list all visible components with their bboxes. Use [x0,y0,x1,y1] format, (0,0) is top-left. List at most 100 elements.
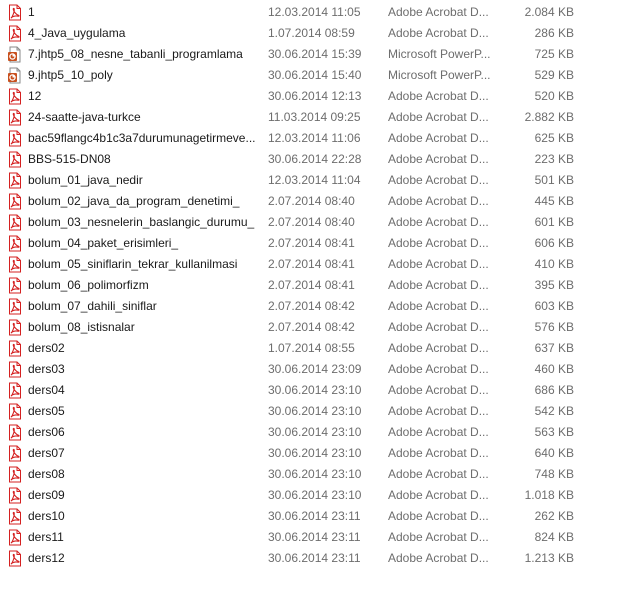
file-row[interactable]: ders08 30.06.2014 23:10 Adobe Acrobat D.… [0,464,635,485]
pdf-file-icon [7,382,23,399]
file-modified-date: 30.06.2014 23:11 [268,530,361,544]
file-type: Microsoft PowerP... [388,68,491,82]
pdf-file-icon [7,550,23,567]
file-row[interactable]: 1 12.03.2014 11:05 Adobe Acrobat D... 2.… [0,2,635,23]
file-size: 460 KB [534,362,574,376]
file-row[interactable]: BBS-515-DN08 30.06.2014 22:28 Adobe Acro… [0,149,635,170]
file-size: 1.213 KB [524,551,574,565]
file-name: bolum_01_java_nedir [28,173,143,187]
file-row[interactable]: ders09 30.06.2014 23:10 Adobe Acrobat D.… [0,485,635,506]
file-type: Adobe Acrobat D... [388,152,489,166]
file-name: 1 [28,5,35,19]
file-size: 748 KB [534,467,574,481]
file-row[interactable]: 12 30.06.2014 12:13 Adobe Acrobat D... 5… [0,86,635,107]
file-modified-date: 30.06.2014 23:10 [268,467,362,481]
file-modified-date: 1.07.2014 08:55 [268,341,355,355]
file-modified-date: 1.07.2014 08:59 [268,26,355,40]
file-modified-date: 30.06.2014 23:11 [268,509,361,523]
file-type: Adobe Acrobat D... [388,383,489,397]
file-name: bolum_03_nesnelerin_baslangic_durumu_ [28,215,255,229]
file-type: Adobe Acrobat D... [388,194,489,208]
powerpoint-file-icon [7,46,23,63]
file-row[interactable]: ders06 30.06.2014 23:10 Adobe Acrobat D.… [0,422,635,443]
file-name: ders04 [28,383,65,397]
file-name: 7.jhtp5_08_nesne_tabanli_programlama [28,47,243,61]
powerpoint-file-icon [7,67,23,84]
pdf-file-icon [7,319,23,336]
file-name: 24-saatte-java-turkce [28,110,141,124]
file-size: 529 KB [534,68,574,82]
pdf-file-icon [7,193,23,210]
pdf-file-icon [7,361,23,378]
pdf-file-icon [7,130,23,147]
file-row[interactable]: ders04 30.06.2014 23:10 Adobe Acrobat D.… [0,380,635,401]
pdf-file-icon [7,151,23,168]
file-type: Adobe Acrobat D... [388,89,489,103]
file-row[interactable]: ders12 30.06.2014 23:11 Adobe Acrobat D.… [0,548,635,569]
file-type: Adobe Acrobat D... [388,488,489,502]
file-type: Adobe Acrobat D... [388,110,489,124]
pdf-file-icon [7,466,23,483]
file-row[interactable]: bac59flangc4b1c3a7durumunagetirmeve... 1… [0,128,635,149]
file-name: 12 [28,89,42,103]
file-name: ders11 [28,530,64,544]
file-row[interactable]: ders05 30.06.2014 23:10 Adobe Acrobat D.… [0,401,635,422]
file-size: 501 KB [534,173,574,187]
file-name: bolum_02_java_da_program_denetimi_ [28,194,240,208]
file-modified-date: 2.07.2014 08:42 [268,320,355,334]
file-size: 262 KB [534,509,574,523]
pdf-file-icon [7,340,23,357]
file-type: Adobe Acrobat D... [388,467,489,481]
file-row[interactable]: ders02 1.07.2014 08:55 Adobe Acrobat D..… [0,338,635,359]
file-row[interactable]: bolum_08_istisnalar 2.07.2014 08:42 Adob… [0,317,635,338]
file-name: bolum_08_istisnalar [28,320,135,334]
file-row[interactable]: bolum_04_paket_erisimleri_ 2.07.2014 08:… [0,233,635,254]
file-row[interactable]: 9.jhtp5_10_poly 30.06.2014 15:40 Microso… [0,65,635,86]
file-name: bolum_04_paket_erisimleri_ [28,236,179,250]
file-type: Adobe Acrobat D... [388,131,489,145]
file-name: ders05 [28,404,65,418]
pdf-file-icon [7,88,23,105]
pdf-file-icon [7,508,23,525]
file-row[interactable]: ders03 30.06.2014 23:09 Adobe Acrobat D.… [0,359,635,380]
file-size: 625 KB [534,131,574,145]
file-type: Adobe Acrobat D... [388,341,489,355]
file-name: ders06 [28,425,65,439]
file-row[interactable]: bolum_02_java_da_program_denetimi_ 2.07.… [0,191,635,212]
file-row[interactable]: ders10 30.06.2014 23:11 Adobe Acrobat D.… [0,506,635,527]
file-size: 410 KB [534,257,574,271]
file-size: 606 KB [534,236,574,250]
file-modified-date: 30.06.2014 23:10 [268,425,362,439]
file-size: 286 KB [534,26,574,40]
file-name: ders12 [28,551,65,565]
file-row[interactable]: bolum_07_dahili_siniflar 2.07.2014 08:42… [0,296,635,317]
file-type: Adobe Acrobat D... [388,509,489,523]
file-size: 576 KB [534,320,574,334]
file-row[interactable]: ders07 30.06.2014 23:10 Adobe Acrobat D.… [0,443,635,464]
file-modified-date: 12.03.2014 11:05 [268,5,361,19]
file-name: bolum_05_siniflarin_tekrar_kullanilmasi [28,257,238,271]
pdf-file-icon [7,214,23,231]
file-size: 1.018 KB [524,488,574,502]
file-row[interactable]: 4_Java_uygulama 1.07.2014 08:59 Adobe Ac… [0,23,635,44]
file-size: 445 KB [534,194,574,208]
file-type: Adobe Acrobat D... [388,236,489,250]
pdf-file-icon [7,403,23,420]
file-size: 824 KB [534,530,574,544]
file-row[interactable]: bolum_06_polimorfizm 2.07.2014 08:41 Ado… [0,275,635,296]
file-modified-date: 2.07.2014 08:41 [268,278,355,292]
file-type: Adobe Acrobat D... [388,257,489,271]
file-row[interactable]: bolum_05_siniflarin_tekrar_kullanilmasi … [0,254,635,275]
file-row[interactable]: 24-saatte-java-turkce 11.03.2014 09:25 A… [0,107,635,128]
file-row[interactable]: 7.jhtp5_08_nesne_tabanli_programlama 30.… [0,44,635,65]
file-size: 563 KB [534,425,574,439]
file-size: 223 KB [534,152,574,166]
file-row[interactable]: ders11 30.06.2014 23:11 Adobe Acrobat D.… [0,527,635,548]
file-modified-date: 30.06.2014 22:28 [268,152,362,166]
file-row[interactable]: bolum_01_java_nedir 12.03.2014 11:04 Ado… [0,170,635,191]
file-type: Adobe Acrobat D... [388,215,489,229]
file-row[interactable]: bolum_03_nesnelerin_baslangic_durumu_ 2.… [0,212,635,233]
file-modified-date: 2.07.2014 08:41 [268,236,355,250]
file-modified-date: 30.06.2014 23:09 [268,362,362,376]
file-type: Adobe Acrobat D... [388,26,489,40]
